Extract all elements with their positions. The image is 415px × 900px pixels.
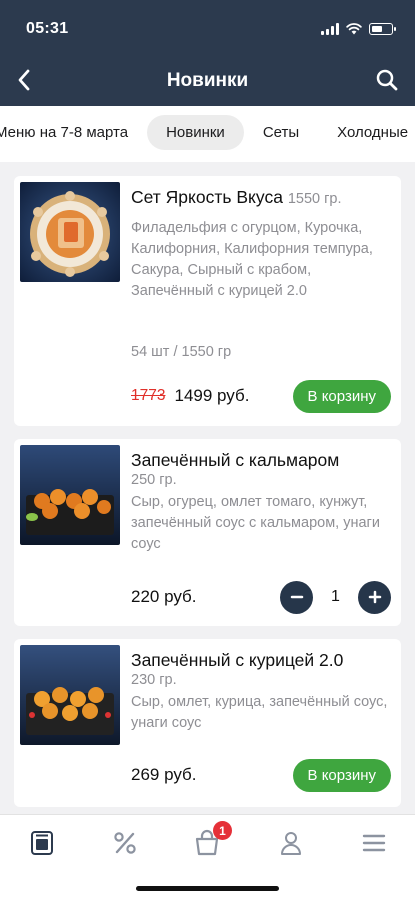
product-description: Сыр, омлет, курица, запечённый соус, уна… bbox=[131, 694, 388, 731]
decrease-button[interactable] bbox=[280, 580, 313, 614]
product-description: Филадельфия с огурцом, Курочка, Калифорн… bbox=[131, 220, 373, 299]
tab-profile[interactable] bbox=[271, 827, 311, 859]
menu-icon bbox=[31, 831, 53, 855]
tab-cold[interactable]: Холодные bbox=[318, 115, 415, 150]
discount-icon bbox=[114, 832, 136, 854]
cellular-signal-icon bbox=[321, 23, 339, 35]
product-image bbox=[20, 445, 120, 545]
price: 269 руб. bbox=[131, 765, 197, 784]
price-row: 1773 1499 руб. В корзину bbox=[131, 379, 391, 413]
page-title: Новинки bbox=[166, 70, 249, 91]
status-bar: 05:31 bbox=[0, 20, 415, 42]
product-name: Запечённый с кальмаром bbox=[131, 450, 340, 470]
minus-icon bbox=[290, 595, 303, 599]
product-info: Сет Яркость Вкуса 1550 гр. Филадельфия с… bbox=[131, 186, 391, 302]
increase-button[interactable] bbox=[358, 580, 391, 614]
status-icons bbox=[321, 23, 396, 35]
add-to-cart-button[interactable]: В корзину bbox=[292, 758, 391, 792]
plus-icon bbox=[368, 590, 381, 604]
tab-more[interactable] bbox=[354, 827, 394, 859]
more-icon bbox=[362, 834, 386, 852]
price: 1499 руб. bbox=[174, 386, 250, 405]
search-button[interactable] bbox=[371, 64, 403, 96]
quantity-value: 1 bbox=[331, 588, 340, 605]
old-price: 1773 bbox=[131, 387, 166, 404]
price-row: 220 руб. 1 bbox=[131, 580, 391, 614]
product-card[interactable]: Запечённый с кальмаром 250 гр. Сыр, огур… bbox=[14, 439, 401, 626]
product-image bbox=[20, 645, 120, 745]
quantity-stepper: 1 bbox=[280, 580, 391, 614]
battery-icon bbox=[369, 23, 396, 35]
product-weight: 1550 гр. bbox=[287, 191, 342, 207]
price: 220 руб. bbox=[131, 587, 197, 606]
category-tabs: Меню на 7-8 марта Новинки Сеты Холодные bbox=[0, 106, 415, 162]
product-count: 54 шт / 1550 гр bbox=[131, 344, 232, 360]
wifi-icon bbox=[346, 23, 362, 35]
nav-bar: Новинки bbox=[0, 60, 415, 100]
product-info: Запечённый с кальмаром 250 гр. Сыр, огур… bbox=[131, 449, 391, 555]
tab-menu[interactable] bbox=[22, 827, 62, 859]
tab-march-menu[interactable]: Меню на 7-8 марта bbox=[0, 115, 147, 150]
price-row: 269 руб. В корзину bbox=[131, 758, 391, 792]
status-time: 05:31 bbox=[26, 20, 69, 37]
product-name: Запечённый с курицей 2.0 bbox=[131, 650, 344, 670]
profile-icon bbox=[281, 832, 301, 855]
product-weight: 250 гр. bbox=[131, 472, 177, 488]
tab-discounts[interactable] bbox=[105, 827, 145, 859]
product-description: Сыр, огурец, омлет томаго, кунжут, запеч… bbox=[131, 494, 380, 552]
product-title: Сет Яркость Вкуса 1550 гр. bbox=[131, 186, 391, 211]
tab-new[interactable]: Новинки bbox=[147, 115, 244, 150]
cart-badge: 1 bbox=[213, 821, 232, 840]
app-header: 05:31 Новинки bbox=[0, 0, 415, 106]
search-icon bbox=[376, 69, 398, 91]
product-image bbox=[20, 182, 120, 282]
add-to-cart-button[interactable]: В корзину bbox=[292, 379, 391, 413]
tab-cart[interactable]: 1 bbox=[187, 821, 232, 859]
product-weight: 230 гр. bbox=[131, 672, 177, 688]
product-info: Запечённый с курицей 2.0 230 гр. Сыр, ом… bbox=[131, 649, 391, 734]
product-card[interactable]: Сет Яркость Вкуса 1550 гр. Филадельфия с… bbox=[14, 176, 401, 426]
home-indicator[interactable] bbox=[136, 886, 279, 891]
product-card[interactable]: Запечённый с курицей 2.0 230 гр. Сыр, ом… bbox=[14, 639, 401, 807]
tab-sets[interactable]: Сеты bbox=[244, 115, 318, 150]
product-name: Сет Яркость Вкуса bbox=[131, 187, 283, 207]
